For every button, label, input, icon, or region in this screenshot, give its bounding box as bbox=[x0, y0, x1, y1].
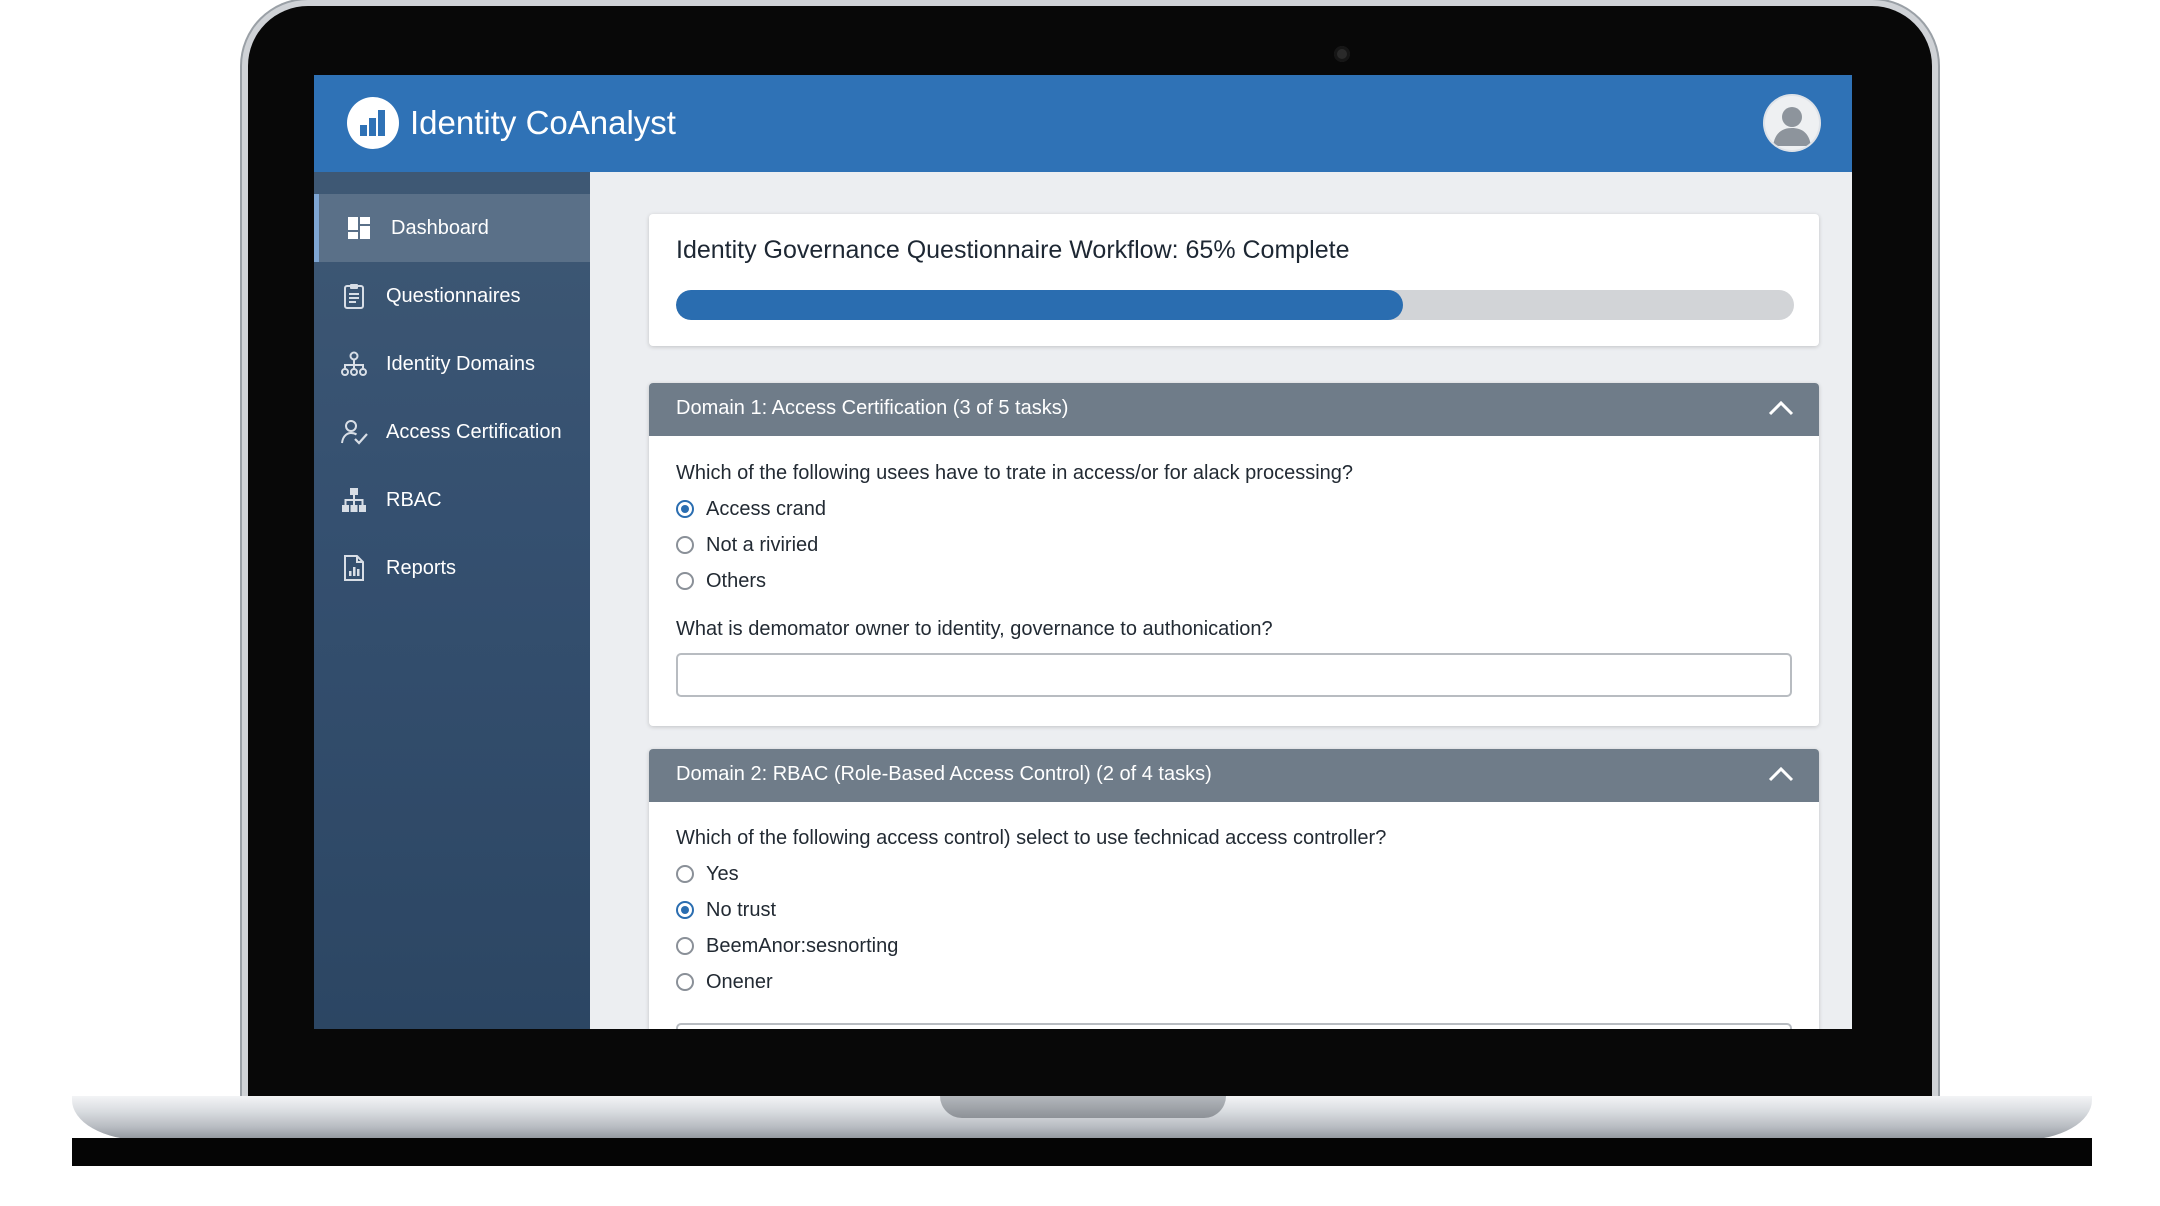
question-text: Which of the following access control) s… bbox=[676, 827, 1387, 849]
progress-title: Identity Governance Questionnaire Workfl… bbox=[676, 236, 1350, 264]
dashboard-icon bbox=[348, 217, 370, 239]
progress-bar bbox=[676, 290, 1794, 320]
sidebar-item-dashboard[interactable]: Dashboard bbox=[314, 194, 590, 262]
user-check-icon bbox=[341, 420, 368, 445]
radio-option[interactable]: Onener bbox=[676, 969, 773, 995]
webcam bbox=[1334, 46, 1350, 62]
sidebar-item-label: Access Certification bbox=[386, 420, 562, 443]
radio-button[interactable] bbox=[676, 572, 694, 590]
radio-button[interactable] bbox=[676, 500, 694, 518]
question-text: Which of the following usees have to tra… bbox=[676, 462, 1354, 484]
app-logo-icon[interactable] bbox=[347, 97, 399, 149]
domain-card-2: Domain 2: RBAC (Role-Based Access Contro… bbox=[649, 749, 1819, 1029]
hierarchy-icon bbox=[341, 351, 367, 376]
radio-option-label: No trust bbox=[706, 898, 777, 921]
laptop-base-shadow bbox=[72, 1138, 2092, 1166]
radio-option-label: Yes bbox=[706, 862, 739, 885]
user-avatar[interactable] bbox=[1765, 96, 1819, 150]
sidebar-item-access-certification[interactable]: Access Certification bbox=[314, 398, 590, 466]
sidebar-item-label: RBAC bbox=[386, 488, 442, 511]
radio-button[interactable] bbox=[676, 865, 694, 883]
domain-card-1: Domain 1: Access Certification (3 of 5 t… bbox=[649, 383, 1819, 726]
radio-option-label: Not a riviried bbox=[706, 533, 819, 556]
radio-option[interactable]: Others bbox=[676, 568, 766, 594]
radio-option[interactable]: Yes bbox=[676, 861, 739, 887]
main-content: Identity Governance Questionnaire Workfl… bbox=[590, 172, 1852, 1029]
sidebar-item-rbac[interactable]: RBAC bbox=[314, 466, 590, 534]
chevron-up-icon[interactable] bbox=[1766, 397, 1796, 419]
domain-header[interactable]: Domain 2: RBAC (Role-Based Access Contro… bbox=[649, 749, 1819, 802]
user-icon bbox=[1773, 107, 1811, 146]
radio-option-label: Onener bbox=[706, 970, 773, 993]
chevron-up-icon[interactable] bbox=[1766, 763, 1796, 785]
laptop-notch bbox=[940, 1096, 1226, 1118]
radio-button[interactable] bbox=[676, 536, 694, 554]
sidebar-item-reports[interactable]: Reports bbox=[314, 534, 590, 602]
radio-option[interactable]: BeemAnor:sesnorting bbox=[676, 933, 898, 959]
sidebar-item-identity-domains[interactable]: Identity Domains bbox=[314, 330, 590, 398]
radio-option-label: Others bbox=[706, 569, 767, 592]
sidebar-item-label: Dashboard bbox=[391, 216, 489, 239]
sidebar: Dashboard Questionnaires Identity Domain… bbox=[314, 172, 590, 1029]
clipboard-icon bbox=[344, 284, 364, 309]
org-chart-icon bbox=[342, 488, 366, 512]
radio-option[interactable]: Not a riviried bbox=[676, 532, 818, 558]
domain-title: Domain 2: RBAC (Role-Based Access Contro… bbox=[676, 763, 1212, 785]
report-icon bbox=[344, 555, 364, 581]
domain-title: Domain 1: Access Certification (3 of 5 t… bbox=[676, 397, 1069, 419]
radio-option[interactable]: Access crand bbox=[676, 496, 826, 522]
sidebar-item-questionnaires[interactable]: Questionnaires bbox=[314, 262, 590, 330]
question-text: What is demomator owner to identity, gov… bbox=[676, 618, 1273, 640]
radio-option[interactable]: No trust bbox=[676, 897, 776, 923]
radio-option-label: BeemAnor:sesnorting bbox=[706, 934, 899, 957]
sidebar-item-label: Reports bbox=[386, 556, 457, 579]
progress-bar-fill bbox=[676, 290, 1403, 320]
progress-card: Identity Governance Questionnaire Workfl… bbox=[649, 214, 1819, 346]
sidebar-item-label: Identity Domains bbox=[386, 352, 535, 375]
app-header: Identity CoAnalyst bbox=[314, 75, 1852, 172]
domain-header[interactable]: Domain 1: Access Certification (3 of 5 t… bbox=[649, 383, 1819, 436]
radio-button[interactable] bbox=[676, 937, 694, 955]
radio-option-label: Access crand bbox=[706, 497, 827, 520]
radio-button[interactable] bbox=[676, 901, 694, 919]
app-screen: Identity CoAnalyst Dashboard Questionnai… bbox=[314, 75, 1852, 1029]
sidebar-item-label: Questionnaires bbox=[386, 284, 521, 307]
answer-text-input[interactable] bbox=[676, 653, 1792, 697]
app-title: Identity CoAnalyst bbox=[410, 104, 676, 141]
answer-text-input[interactable] bbox=[676, 1023, 1792, 1029]
radio-button[interactable] bbox=[676, 973, 694, 991]
